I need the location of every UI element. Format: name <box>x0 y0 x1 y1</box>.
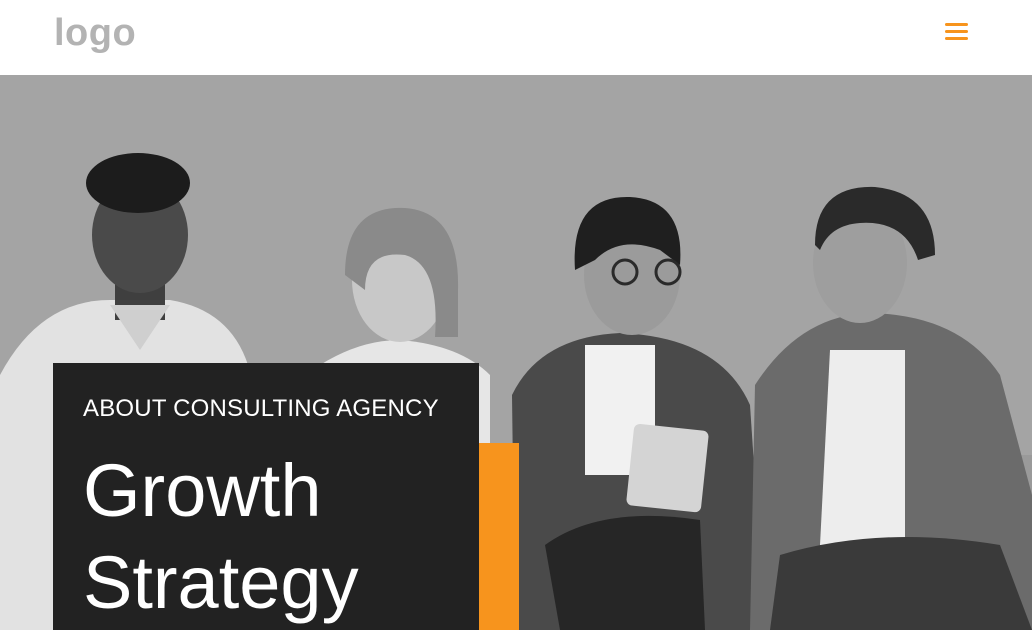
accent-bar <box>479 443 519 630</box>
menu-line <box>945 37 968 40</box>
headline-line-1: Growth <box>83 449 322 532</box>
site-header: logo <box>0 0 1032 75</box>
hamburger-menu-icon[interactable] <box>940 18 972 46</box>
logo[interactable]: logo <box>54 11 136 55</box>
menu-line <box>945 23 968 26</box>
hero-eyebrow: ABOUT CONSULTING AGENCY <box>83 395 439 422</box>
headline-line-2: Strategy <box>83 541 359 624</box>
hero-text-card: ABOUT CONSULTING AGENCY Growth Strategy <box>53 363 479 630</box>
hero-headline: Growth Strategy <box>83 445 359 629</box>
menu-line <box>945 30 968 33</box>
